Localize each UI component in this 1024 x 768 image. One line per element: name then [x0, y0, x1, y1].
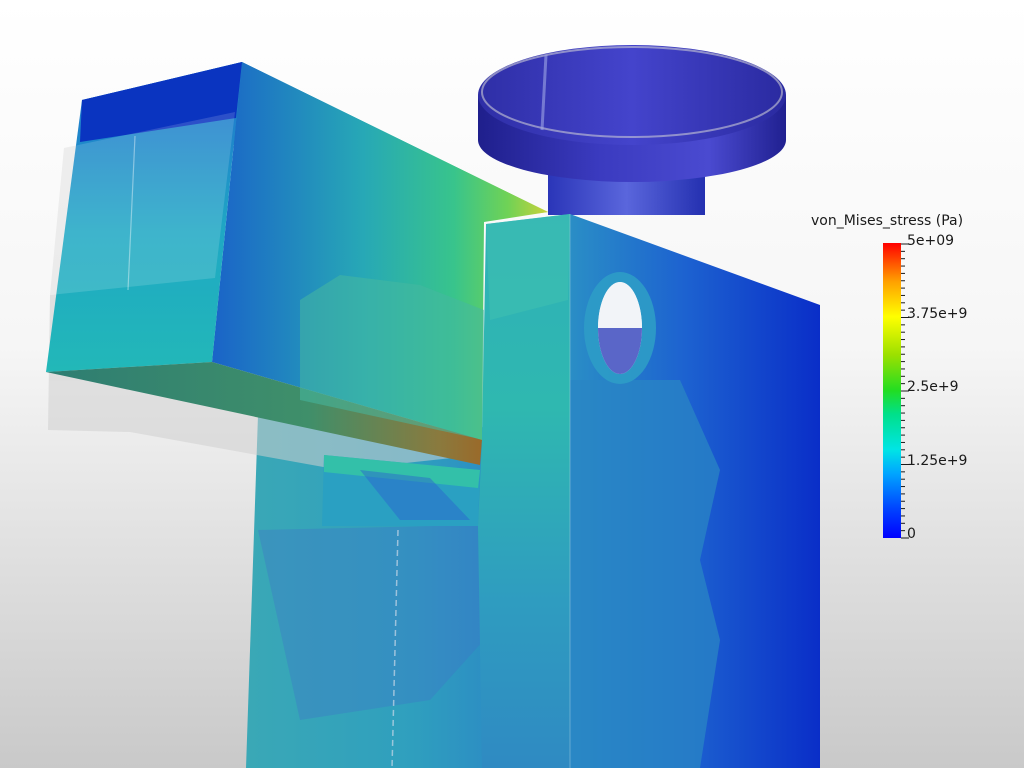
legend-title: von_Mises_stress (Pa) [811, 213, 964, 229]
legend-tick-label: 2.5e+9 [907, 379, 959, 395]
legend-tick-label: 1.25e+9 [907, 453, 968, 469]
legend-tick-label: 3.75e+9 [907, 306, 968, 322]
front-lug-face [478, 214, 570, 768]
legend-tick-label: 5e+09 [907, 233, 955, 249]
scalar-bar-legend: von_Mises_stress (Pa) 5e+09 3.75e+9 2.5e… [800, 205, 1024, 555]
right-lug-face [570, 214, 820, 768]
cap-fixture [478, 45, 786, 215]
legend-tick-label: 0 [907, 526, 916, 542]
colorbar-ticks [901, 243, 909, 539]
